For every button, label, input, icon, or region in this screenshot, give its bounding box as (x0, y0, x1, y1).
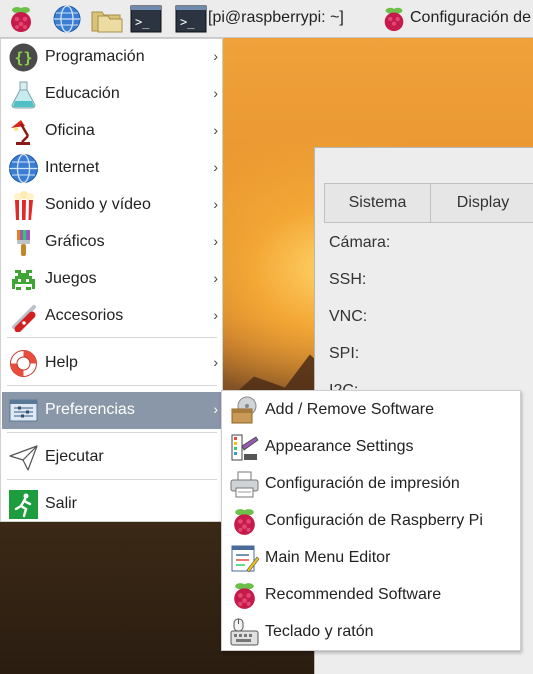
swiss-knife-icon (8, 301, 39, 332)
menu-item-juegos[interactable]: Juegos › (2, 261, 222, 298)
paper-plane-icon (8, 442, 39, 473)
config-tabs: Sistema Display (324, 183, 533, 223)
tab-display[interactable]: Display (431, 184, 533, 222)
menu-separator (7, 385, 217, 386)
menu-item-help[interactable]: Help › (2, 345, 222, 382)
exit-icon (8, 489, 39, 520)
menu-item-label: Ejecutar (45, 448, 104, 465)
submenu-item-appearance-settings[interactable]: Appearance Settings (223, 429, 519, 466)
svg-text:{}: {} (14, 49, 32, 67)
raspberry-task-icon[interactable] (380, 4, 410, 34)
menu-item-oficina[interactable]: Oficina › (2, 113, 222, 150)
menu-item-label: Programación (45, 48, 145, 65)
taskbar: >_ >_ [pi@raspberrypi: ~] Configuración … (0, 0, 533, 38)
main-menu: {} Programación › Educación › Oficina › … (0, 38, 223, 522)
menu-item-internet[interactable]: Internet › (2, 150, 222, 187)
submenu-arrow-icon: › (213, 122, 218, 138)
space-invader-icon (8, 264, 39, 295)
menu-item-programacion[interactable]: {} Programación › (2, 39, 222, 76)
menu-item-salir[interactable]: Salir (2, 486, 222, 523)
submenu-item-label: Add / Remove Software (265, 401, 434, 418)
preferences-icon (8, 395, 39, 426)
printer-icon (229, 469, 260, 500)
web-browser-icon[interactable] (52, 4, 82, 34)
raspberry-icon (229, 506, 260, 537)
submenu-item-configuracion-impresion[interactable]: Configuración de impresión (223, 466, 519, 503)
submenu-arrow-icon: › (213, 196, 218, 212)
submenu-arrow-icon: › (213, 159, 218, 175)
submenu-arrow-icon: › (213, 270, 218, 286)
menu-item-accesorios[interactable]: Accesorios › (2, 298, 222, 335)
submenu-item-teclado-raton[interactable]: Teclado y ratón (223, 614, 519, 651)
terminal-task-icon[interactable]: >_ (175, 4, 207, 34)
config-task-title[interactable]: Configuración de (410, 9, 531, 27)
menu-item-label: Salir (45, 495, 78, 512)
appearance-icon (229, 432, 260, 463)
submenu-item-label: Appearance Settings (265, 438, 414, 455)
submenu-arrow-icon: › (213, 85, 218, 101)
menu-separator (7, 432, 217, 433)
popcorn-icon (8, 190, 39, 221)
menu-separator (7, 337, 217, 338)
menu-item-preferencias[interactable]: Preferencias › (2, 392, 222, 429)
menu-item-ejecutar[interactable]: Ejecutar (2, 439, 222, 476)
submenu-arrow-icon: › (213, 354, 218, 370)
raspberry-icon (229, 580, 260, 611)
svg-text:>_: >_ (180, 15, 195, 29)
file-manager-icon[interactable] (90, 4, 123, 34)
tab-sistema[interactable]: Sistema (325, 184, 431, 222)
menu-separator (7, 479, 217, 480)
ssh-label: SSH: (329, 271, 367, 288)
menu-item-label: Gráficos (45, 233, 105, 250)
lifebuoy-icon (8, 348, 39, 379)
svg-text:>_: >_ (135, 15, 150, 29)
menu-item-sonido-video[interactable]: Sonido y vídeo › (2, 187, 222, 224)
menu-item-label: Sonido y vídeo (45, 196, 151, 213)
raspberry-menu-icon[interactable] (6, 4, 36, 34)
keyboard-mouse-icon (229, 617, 260, 648)
menu-item-educacion[interactable]: Educación › (2, 76, 222, 113)
submenu-item-label: Configuración de impresión (265, 475, 460, 492)
menu-item-label: Preferencias (45, 401, 135, 418)
package-icon (229, 395, 260, 426)
submenu-item-main-menu-editor[interactable]: Main Menu Editor (223, 540, 519, 577)
submenu-item-recommended-software[interactable]: Recommended Software (223, 577, 519, 614)
menu-item-label: Accesorios (45, 307, 124, 324)
camera-label: Cámara: (329, 234, 391, 251)
desk-lamp-icon (8, 116, 39, 147)
preferences-submenu: Add / Remove Software Appearance Setting… (221, 390, 521, 651)
submenu-item-configuracion-raspberry-pi[interactable]: Configuración de Raspberry Pi (223, 503, 519, 540)
submenu-arrow-icon: › (213, 401, 218, 417)
menu-editor-icon (229, 543, 260, 574)
menu-item-label: Educación (45, 85, 120, 102)
submenu-arrow-icon: › (213, 307, 218, 323)
submenu-item-label: Configuración de Raspberry Pi (265, 512, 483, 529)
menu-item-label: Oficina (45, 122, 95, 139)
terminal-task-title[interactable]: [pi@raspberrypi: ~] (208, 9, 344, 27)
globe-icon (8, 153, 39, 184)
vnc-label: VNC: (329, 308, 368, 325)
menu-item-label: Internet (45, 159, 100, 176)
submenu-arrow-icon: › (213, 233, 218, 249)
submenu-item-add-remove-software[interactable]: Add / Remove Software (223, 392, 519, 429)
terminal-icon[interactable]: >_ (130, 4, 162, 34)
submenu-item-label: Teclado y ratón (265, 623, 374, 640)
menu-item-label: Help (45, 354, 78, 371)
flask-icon (8, 79, 39, 110)
submenu-item-label: Recommended Software (265, 586, 442, 603)
braces-icon: {} (8, 42, 39, 73)
menu-item-graficos[interactable]: Gráficos › (2, 224, 222, 261)
submenu-item-label: Main Menu Editor (265, 549, 391, 566)
spi-label: SPI: (329, 345, 360, 362)
menu-item-label: Juegos (45, 270, 97, 287)
submenu-arrow-icon: › (213, 48, 218, 64)
paintbrush-icon (8, 227, 39, 258)
